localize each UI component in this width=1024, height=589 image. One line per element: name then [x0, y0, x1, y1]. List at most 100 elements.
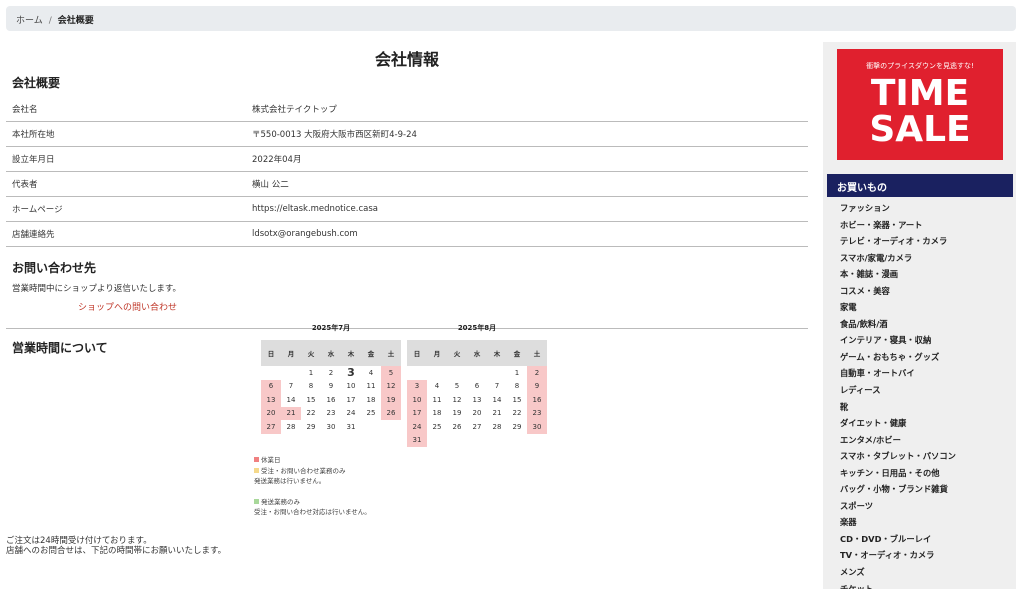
table-row: 設立年月日 2022年04月: [6, 146, 808, 172]
order-notice: ご注文は24時間受け付けております。 店舗へのお問合せは、下記の時間帯にお願いい…: [6, 536, 226, 556]
legend-ship-only: 発送業務のみ: [254, 497, 371, 508]
row-value: 2022年04月: [246, 146, 808, 172]
calendar-day: 2: [328, 368, 334, 377]
weekday-header: 日: [261, 340, 281, 366]
table-row: 店舗連絡先 ldsotx@orangebush.com: [6, 221, 808, 247]
calendar-day: 23: [527, 406, 547, 420]
calendar-day: 12: [381, 379, 401, 393]
category-menu-item[interactable]: ダイエット・健康: [840, 417, 956, 434]
category-menu-item[interactable]: インテリア・寝具・収納: [840, 334, 956, 351]
calendar-day: 8: [514, 382, 520, 391]
calendar-day: 6: [261, 379, 281, 393]
weekday-header: 土: [381, 340, 401, 366]
calendar-day: 12: [452, 395, 462, 404]
calendar-day: 16: [527, 393, 547, 407]
category-menu-item[interactable]: CD・DVD・ブルーレイ: [840, 533, 956, 550]
calendar-day: [427, 366, 447, 380]
row-value: 〒550-0013 大阪府大阪市西区新町4-9-24: [246, 121, 808, 147]
calendar-day: 11: [366, 382, 376, 391]
calendar-day: 29: [306, 422, 316, 431]
weekday-header: 月: [427, 340, 447, 366]
category-menu-item[interactable]: チケット: [840, 583, 956, 589]
category-menu-item[interactable]: キッチン・日用品・その他: [840, 467, 956, 484]
breadcrumb-separator: /: [48, 16, 52, 26]
category-menu-item[interactable]: エンタメ/ホビー: [840, 434, 956, 451]
email-link[interactable]: ldsotx@orangebush.com: [246, 221, 808, 247]
calendar-day: [427, 434, 447, 448]
calendar-day: 30: [326, 422, 336, 431]
calendar-day: [381, 420, 401, 434]
weekday-header: 日: [407, 340, 427, 366]
calendar-day: 24: [346, 409, 356, 418]
category-menu-item[interactable]: TV・オーディオ・カメラ: [840, 549, 956, 566]
calendar-day: [361, 420, 381, 434]
legend-label: 発送業務のみ: [261, 497, 300, 506]
banner-line-time: TIME: [870, 73, 970, 114]
category-menu-item[interactable]: メンズ: [840, 566, 956, 583]
calendar-day: 9: [328, 382, 334, 391]
calendar-day: 7: [288, 382, 294, 391]
weekday-header: 金: [507, 340, 527, 366]
table-row: 会社名 株式会社テイクトップ: [6, 97, 808, 122]
category-menu: ファッション ホビー・楽器・アート テレビ・オーディオ・カメラ スマホ/家電/カメラ本…: [840, 202, 956, 589]
business-calendars: 2025年7月 日月火水木金土 1 2 3 4 5 6 7 8 9 10 11 12 13 14 15 16 17…: [261, 322, 547, 447]
category-menu-item[interactable]: スポーツ: [840, 500, 956, 517]
row-label: 設立年月日: [6, 146, 246, 172]
calendar-day: 18: [366, 395, 376, 404]
category-menu-item[interactable]: ホビー・楽器・アート: [840, 219, 956, 236]
weekday-header: 木: [341, 340, 361, 366]
calendar-day: 31: [407, 433, 427, 447]
banner-subtitle: 衝撃のプライスダウンを見逃すな!: [866, 62, 974, 70]
category-menu-item[interactable]: 家電: [840, 301, 956, 318]
calendar-day: 26: [452, 422, 462, 431]
breadcrumb-home-link[interactable]: ホーム: [16, 16, 43, 26]
legend-note: 受注・お問い合わせ対応は行いません。: [254, 508, 371, 516]
calendar-day: 13: [472, 395, 482, 404]
order-notice-line: ご注文は24時間受け付けております。: [6, 536, 152, 546]
category-menu-item[interactable]: ファッション: [840, 202, 956, 219]
category-menu-item[interactable]: レディース: [840, 384, 956, 401]
calendar-grid: 日月火水木金土 1 2 3 4 5 6 7 8 9 10 11 12 13 14 15 16 17 18 19 20 21…: [407, 340, 547, 447]
calendar-day: 21: [492, 409, 502, 418]
calendar-day: 13: [261, 393, 281, 407]
category-menu-item[interactable]: 食品/飲料/酒: [840, 318, 956, 335]
shop-contact-link[interactable]: ショップへの問い合わせ: [78, 300, 177, 313]
calendar-day: [487, 366, 507, 380]
row-label: 店舗連絡先: [6, 221, 246, 247]
calendar-title: 2025年7月: [311, 324, 351, 332]
category-menu-item[interactable]: スマホ・タブレット・パソコン: [840, 450, 956, 467]
weekday-header: 火: [301, 340, 321, 366]
category-menu-item[interactable]: 靴: [840, 401, 956, 418]
time-sale-banner[interactable]: 衝撃のプライスダウンを見逃すな! TIME SALE: [837, 49, 1003, 160]
legend-order-only: 受注・お問い合わせ業務のみ: [254, 466, 371, 477]
category-menu-item[interactable]: スマホ/家電/カメラ: [840, 252, 956, 269]
ship-only-swatch: [254, 498, 259, 504]
row-value: 株式会社テイクトップ: [246, 97, 808, 122]
category-menu-item[interactable]: コスメ・美容: [840, 285, 956, 302]
calendar-day: 27: [261, 420, 281, 434]
calendar-day: 24: [407, 420, 427, 434]
weekday-header: 火: [447, 340, 467, 366]
calendar-day: [467, 434, 487, 448]
calendar-day: 5: [381, 366, 401, 380]
calendar-august: 2025年8月 日月火水木金土 1 2 3 4 5 6 7 8 9 10 11 12 13 14 15 16 17…: [407, 322, 547, 447]
shopping-heading: お買いもの: [827, 174, 1013, 197]
main-content: 会社情報 会社概要 会社名 株式会社テイクトップ 本社所在地 〒550-0013 大…: [6, 38, 808, 589]
contact-heading: お問い合わせ先: [12, 261, 97, 275]
calendar-day: 15: [512, 395, 522, 404]
category-menu-item[interactable]: 楽器: [840, 516, 956, 533]
category-menu-item[interactable]: ゲーム・おもちゃ・グッズ: [840, 351, 956, 368]
weekday-header: 木: [487, 340, 507, 366]
calendar-day: 9: [527, 379, 547, 393]
row-label: 代表者: [6, 171, 246, 197]
calendar-day: 22: [306, 409, 316, 418]
calendar-day: 19: [452, 409, 462, 418]
calendar-day: 15: [306, 395, 316, 404]
weekday-header: 水: [467, 340, 487, 366]
contact-description: 営業時間中にショップより返信いたします。: [12, 284, 181, 294]
homepage-link[interactable]: https://eltask.mednotice.casa: [246, 196, 808, 222]
category-menu-item[interactable]: テレビ・オーディオ・カメラ: [840, 235, 956, 252]
category-menu-item[interactable]: バッグ・小物・ブランド雑貨: [840, 483, 956, 500]
category-menu-item[interactable]: 自動車・オートバイ: [840, 367, 956, 384]
category-menu-item[interactable]: 本・雑誌・漫画: [840, 268, 956, 285]
